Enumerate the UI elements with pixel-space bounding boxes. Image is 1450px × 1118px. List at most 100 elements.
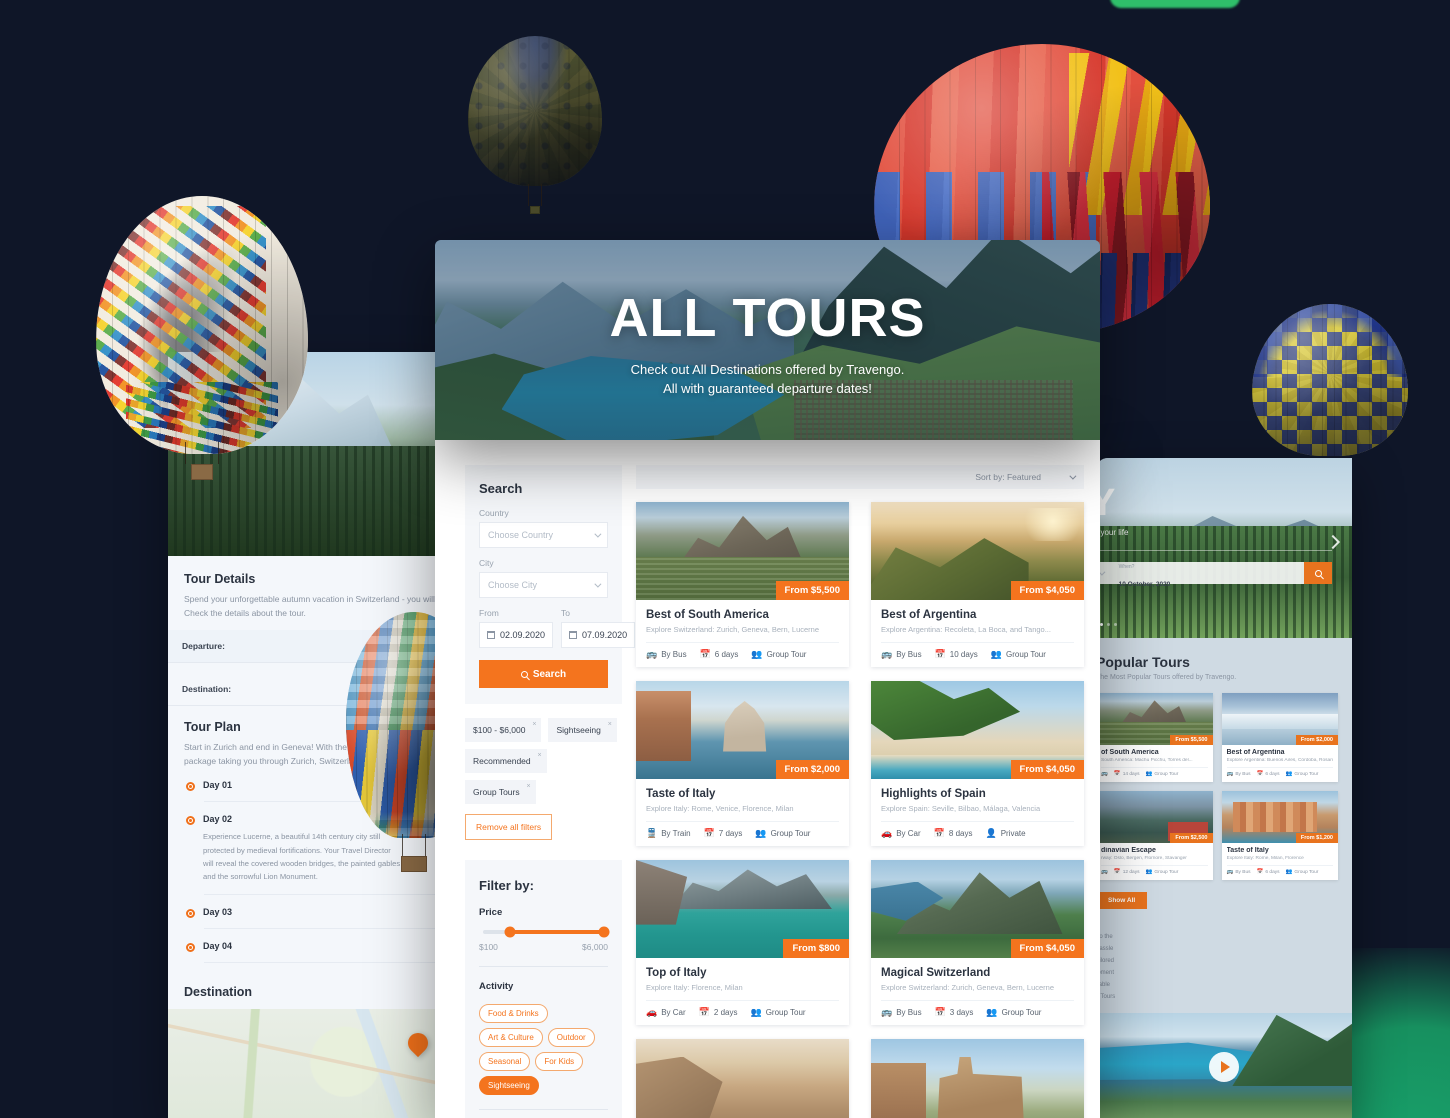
close-icon[interactable]: × xyxy=(527,783,531,790)
popular-tour-card[interactable]: From $2,000 Best of Argentina Explore Ar… xyxy=(1221,693,1338,782)
homepage-search-button[interactable] xyxy=(1304,562,1332,584)
city-label: City xyxy=(479,558,494,568)
city-select[interactable]: Choose City xyxy=(479,572,608,598)
tour-card[interactable]: From $2,000 Taste of Italy Explore Italy… xyxy=(636,681,849,846)
page-hero-banner: ALL TOURS Check out All Destinations off… xyxy=(435,240,1100,440)
tour-meta: 🚌 By Bus 📅 10 days 👥 Group Tour xyxy=(881,642,1074,659)
sort-dropdown[interactable]: Sort by: Featured xyxy=(636,465,1084,489)
activity-pill[interactable]: Outdoor xyxy=(547,1028,595,1047)
tour-image xyxy=(871,1039,1084,1118)
popular-tour-desc: Explore Italy: Rome, Milan, Florence xyxy=(1226,856,1304,861)
popular-tour-title: dinavian Escape xyxy=(1101,847,1156,854)
tour-card-grid: From $5,500 Best of South America Explor… xyxy=(636,502,1084,1118)
tour-transport: 🚌 By Bus xyxy=(881,649,922,660)
tour-title: Top of Italy xyxy=(646,967,707,979)
tour-description: Explore Switzerland: Zurich, Geneva, Ber… xyxy=(881,983,1055,992)
timeline-dot-icon xyxy=(186,942,195,952)
popular-tour-price: From $2,000 xyxy=(1295,735,1338,745)
price-slider-max-knob[interactable] xyxy=(598,926,610,938)
group-icon: 👥 xyxy=(986,1007,998,1017)
tour-card[interactable]: From $4,050 Magical Switzerland Explore … xyxy=(871,860,1084,1025)
tour-duration: 📅 8 days xyxy=(933,828,973,839)
price-slider[interactable] xyxy=(483,926,610,938)
bus-icon: 🚌 xyxy=(1226,771,1234,777)
price-slider-min-knob[interactable] xyxy=(504,926,516,938)
to-label: To xyxy=(561,608,571,618)
group-icon: 👥 xyxy=(751,649,763,659)
country-select[interactable]: Choose Country xyxy=(479,522,608,548)
tour-image: From $800 xyxy=(636,860,849,958)
remove-all-filters-button[interactable]: Remove all filters xyxy=(465,814,553,840)
chevron-down-icon xyxy=(594,530,602,538)
homepage-hero: Y in your life e When? 10 October, 2020 xyxy=(1096,458,1352,638)
tour-duration: 📅 3 days xyxy=(934,1007,974,1018)
tour-meta: 🚌 By Bus 📅 3 days 👥 Group Tour xyxy=(881,1000,1074,1017)
side-text-line: ailored xyxy=(1096,958,1115,964)
tour-transport: 🚗 By Car xyxy=(646,1007,686,1018)
map-pin-icon xyxy=(403,1028,433,1057)
play-icon[interactable] xyxy=(1209,1052,1239,1082)
tour-title: Highlights of Spain xyxy=(881,788,986,800)
to-date-input[interactable]: 07.09.2020 xyxy=(561,622,636,648)
calendar-icon: 📅 xyxy=(934,1007,946,1017)
tour-duration: 📅 10 days xyxy=(934,649,978,660)
activity-pill[interactable]: Art & Culture xyxy=(479,1028,543,1047)
video-card[interactable] xyxy=(1096,1013,1352,1118)
show-all-button[interactable]: Show All xyxy=(1096,892,1148,909)
search-button[interactable]: Search xyxy=(479,660,608,688)
close-icon[interactable]: × xyxy=(532,721,536,728)
tour-card[interactable] xyxy=(636,1039,849,1118)
popular-tour-card[interactable]: From $2,500 dinavian Escape rway: Oslo, … xyxy=(1096,791,1213,880)
tour-card[interactable]: From $4,050 Highlights of Spain Explore … xyxy=(871,681,1084,846)
side-text-line: ilable xyxy=(1096,982,1111,988)
filter-chip[interactable]: Group Tours × xyxy=(465,780,536,804)
group-icon: 👥 xyxy=(1285,771,1293,777)
filter-chip[interactable]: Recommended × xyxy=(465,749,547,773)
tour-price-badge: From $5,500 xyxy=(775,581,849,600)
page-title: ALL TOURS xyxy=(609,288,926,349)
calendar-icon xyxy=(569,631,578,639)
tour-card[interactable]: From $5,500 Best of South America Explor… xyxy=(636,502,849,667)
activity-pill[interactable]: Food & Drinks xyxy=(479,1004,548,1023)
tour-description: Explore Italy: Rome, Venice, Florence, M… xyxy=(646,804,794,813)
tour-card[interactable] xyxy=(871,1039,1084,1118)
person-icon: 👤 xyxy=(985,828,997,838)
close-icon[interactable]: × xyxy=(538,752,542,759)
price-label: Price xyxy=(479,907,503,918)
tour-card[interactable]: From $4,050 Best of Argentina Explore Ar… xyxy=(871,502,1084,667)
tour-image: From $4,050 xyxy=(871,860,1084,958)
from-date-value: 02.09.2020 xyxy=(500,630,546,640)
tour-description: Explore Argentina: Recoleta, La Boca, an… xyxy=(881,625,1051,634)
close-icon[interactable]: × xyxy=(608,721,612,728)
tour-meta: 🚗 By Car 📅 2 days 👥 Group Tour xyxy=(646,1000,839,1017)
activity-pill[interactable]: Seasonal xyxy=(479,1052,531,1071)
tour-description: Explore Switzerland: Zurich, Geneva, Ber… xyxy=(646,625,820,634)
tour-transport: 🚆 By Train xyxy=(646,828,691,839)
tours-content-panel: Search Country Choose Country City Choos… xyxy=(435,440,1100,1118)
price-min-label: $100 xyxy=(479,942,498,952)
sort-label: Sort by: Featured xyxy=(975,472,1041,482)
activity-pill[interactable]: For Kids xyxy=(535,1052,584,1071)
popular-tour-card[interactable]: From $5,500 of South America South Ameri… xyxy=(1096,693,1213,782)
filter-chip[interactable]: Sightseeing × xyxy=(548,718,617,742)
calendar-icon: 📅 xyxy=(1256,771,1264,777)
tour-duration: 📅 7 days xyxy=(703,828,743,839)
train-icon: 🚆 xyxy=(646,828,658,838)
calendar-icon: 📅 xyxy=(1113,869,1121,875)
filter-title: Filter by: xyxy=(479,878,534,893)
filter-chip[interactable]: $100 - $6,000 × xyxy=(465,718,542,742)
popular-tour-card[interactable]: From $1,200 Taste of Italy Explore Italy… xyxy=(1221,791,1338,880)
activity-pill[interactable]: Sightseeing xyxy=(479,1076,539,1095)
carousel-dots[interactable] xyxy=(1100,623,1117,626)
timeline-dot-icon xyxy=(186,816,195,826)
tour-duration: 📅 6 days xyxy=(699,649,739,660)
homepage-search-bar[interactable]: e When? 10 October, 2020 xyxy=(1096,562,1304,588)
tour-plan-day: Day 03 xyxy=(184,907,438,918)
from-date-input[interactable]: 02.09.2020 xyxy=(479,622,554,648)
country-select-value: Choose Country xyxy=(488,530,554,540)
side-text-line: y Tours xyxy=(1096,994,1116,1000)
tour-card[interactable]: From $800 Top of Italy Explore Italy: Fl… xyxy=(636,860,849,1025)
group-icon: 👥 xyxy=(1145,869,1153,875)
popular-tour-meta: 🚌 📅 12 days 👥 Group Tour xyxy=(1101,865,1208,875)
hero-subtitle-line1: Check out All Destinations offered by Tr… xyxy=(630,362,905,378)
